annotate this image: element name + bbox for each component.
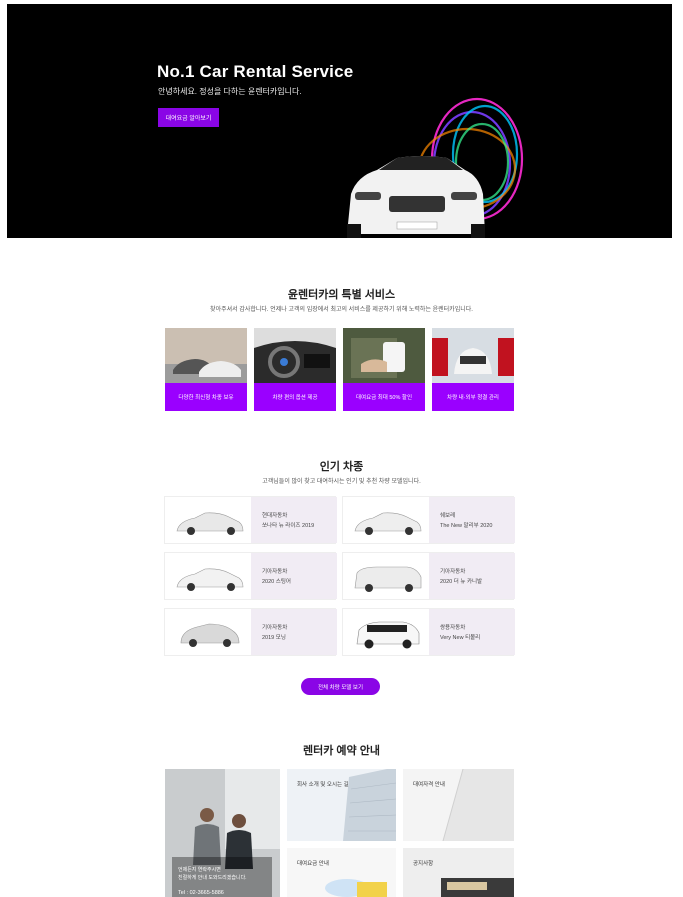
car-maker: 쌍용자동차	[440, 625, 466, 631]
contact-text-2: 친절하게 안내 도와드리겠습니다.	[178, 875, 247, 881]
car-model: 2020 더 뉴 카니발	[440, 579, 483, 585]
fee-image	[287, 848, 396, 897]
reservation-title: 렌터카 예약 안내	[303, 745, 380, 757]
company-intro-tile[interactable]: 회사 소개 및 오시는 길	[287, 769, 396, 841]
car-image	[356, 621, 420, 649]
service-card[interactable]: 다양한 최신형 차종 보유	[165, 328, 247, 411]
car-card[interactable]: 쌍용자동차 Very New 티볼리	[342, 608, 515, 656]
car-model: 2019 모닝	[262, 635, 286, 641]
car-image	[354, 512, 422, 535]
car-model: 2020 스팅어	[262, 579, 291, 585]
service-photo-cars	[165, 328, 247, 383]
car-card[interactable]: 쉐보레 The New 말리부 2020	[342, 496, 515, 544]
service-card[interactable]: 차량 편의 옵션 제공	[254, 328, 336, 411]
notice-image	[403, 848, 514, 897]
car-maker: 기아자동차	[262, 569, 288, 575]
service-label: 차량 편의 옵션 제공	[254, 383, 336, 411]
service-photo-carwash	[432, 328, 514, 383]
service-photo-interior	[254, 328, 336, 383]
car-card[interactable]: 현대자동차쏘나타 뉴 라이즈 2019	[164, 496, 337, 544]
car-card[interactable]: 기아자동차 2020 스팅어	[164, 552, 337, 600]
hero-title: No.1 Car Rental Service	[157, 62, 354, 81]
service-label: 대여요금 최대 50% 할인	[343, 383, 425, 411]
car-image	[176, 512, 244, 535]
contact-tile: 언제든지 연락주시면 친절하게 안내 도와드리겠습니다. Tel : 02-36…	[165, 769, 280, 897]
car-image	[354, 566, 422, 592]
car-model: 쏘나타 뉴 라이즈 2019	[262, 523, 315, 529]
hero-car-light-art	[347, 97, 524, 238]
service-card[interactable]: 차량 내·외부 청결 관리	[432, 328, 514, 411]
contact-phone: Tel : 02-3665-5886	[178, 890, 224, 896]
service-label: 차량 내·외부 청결 관리	[432, 383, 514, 411]
rental-fee-button[interactable]: 대여요금 알아보기	[158, 108, 219, 127]
rental-fee-tile[interactable]: 대여요금 안내	[287, 848, 396, 897]
rental-qualification-label: 대여자격 안내	[413, 782, 445, 788]
service-card[interactable]: 대여요금 최대 50% 할인	[343, 328, 425, 411]
car-card[interactable]: 기아자동차 2019 모닝	[164, 608, 337, 656]
popular-subtitle: 고객님들이 많이 찾고 대여하시는 인기 및 추천 차량 모델입니다.	[262, 479, 421, 485]
popular-title: 인기 차종	[319, 461, 364, 473]
hero-subtitle: 안녕하세요. 정성을 다하는 윤렌터카입니다.	[158, 87, 302, 96]
car-card[interactable]: 기아자동차 2020 더 뉴 카니발	[342, 552, 515, 600]
notice-tile[interactable]: 공지사항	[403, 848, 514, 897]
company-intro-label: 회사 소개 및 오시는 길	[297, 782, 349, 788]
car-maker: 기아자동차	[440, 569, 466, 575]
rental-qualification-tile[interactable]: 대여자격 안내	[403, 769, 514, 841]
car-image	[176, 568, 244, 591]
service-photo-payment	[343, 328, 425, 383]
contact-text-1: 언제든지 연락주시면	[178, 867, 221, 873]
view-all-models-button[interactable]: 전체 차량 모델 보기	[301, 678, 380, 695]
car-image	[180, 623, 240, 647]
car-maker: 기아자동차	[262, 625, 288, 631]
car-model: Very New 티볼리	[440, 635, 481, 641]
car-maker: 쉐보레	[440, 513, 456, 519]
service-label: 다양한 최신형 차종 보유	[165, 383, 247, 411]
hero-banner	[7, 4, 672, 238]
services-title: 윤렌터카의 특별 서비스	[287, 289, 396, 301]
car-model: The New 말리부 2020	[440, 523, 493, 529]
notice-label: 공지사항	[413, 861, 434, 867]
rental-fee-label: 대여요금 안내	[297, 861, 329, 867]
car-maker: 현대자동차	[262, 513, 288, 519]
services-subtitle: 찾아주셔서 감사합니다. 언제나 고객의 입장에서 최고의 서비스를 제공하기 …	[210, 307, 473, 313]
